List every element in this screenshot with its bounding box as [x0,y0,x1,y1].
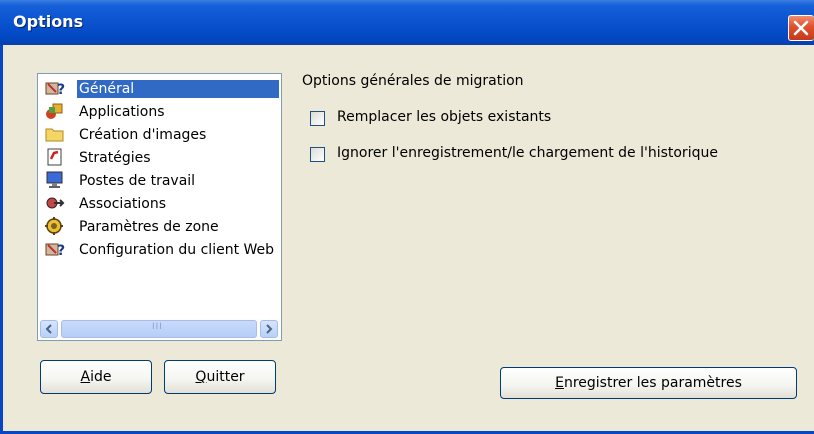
computer-icon [46,171,63,188]
list-item-applications[interactable]: Applications [41,101,279,124]
list-item-associations[interactable]: Associations [41,193,279,216]
horizontal-scrollbar[interactable]: III [39,319,280,340]
list-item-image-creation[interactable]: Création d'images [41,124,279,147]
zone-settings-icon [45,217,63,235]
category-list[interactable]: ? Général Applications Création d'images… [37,73,282,341]
options-window: Options ? Général Applications Création … [0,0,814,434]
list-item-label: Stratégies [79,150,151,166]
folder-icon [45,128,64,142]
help-button[interactable]: Aide [40,360,152,394]
list-item-label: Configuration du client Web [79,242,275,258]
list-item-zone-settings[interactable]: Paramètres de zone [41,216,279,239]
scroll-left-button[interactable] [40,320,58,338]
help-mnemonic: A [80,369,91,385]
scroll-thumb[interactable]: III [61,320,257,338]
chevron-right-icon [266,324,273,334]
save-settings-button[interactable]: Enregistrer les paramètres [500,367,797,399]
associations-icon [46,197,65,209]
web-client-icon: ? [45,243,65,259]
title-bar[interactable]: Options [0,0,814,45]
quit-button[interactable]: Quitter [164,360,276,394]
checkbox-label: Ignorer l'enregistrement/le chargement d… [337,145,718,161]
list-item-general[interactable]: ? Général [41,78,279,101]
close-x-icon [793,20,809,36]
list-item-label: Création d'images [79,127,207,143]
save-mnemonic: E [555,375,564,391]
list-item-label: Associations [79,196,167,212]
quit-label-rest: uitter [206,369,245,385]
svg-text:?: ? [57,243,65,259]
list-item-label: Général [77,80,279,98]
list-item-label: Applications [79,104,165,120]
quit-mnemonic: Q [195,369,207,385]
window-title: Options [13,12,84,31]
chevron-left-icon [45,324,52,334]
list-item-label: Postes de travail [79,173,196,189]
scroll-right-button[interactable] [260,320,278,338]
section-title: Options générales de migration [302,73,524,89]
general-icon: ? [45,82,65,98]
policy-icon [47,148,62,166]
list-item-web-client[interactable]: ? Configuration du client Web [41,239,279,262]
svg-text:?: ? [57,82,65,98]
replace-objects-checkbox[interactable] [310,111,325,126]
list-item-label: Paramètres de zone [79,219,219,235]
checkbox-label: Remplacer les objets existants [337,109,552,125]
ignore-history-checkbox[interactable] [310,147,325,162]
list-item-strategies[interactable]: Stratégies [41,147,279,170]
scroll-thumb-grip: III [152,322,163,332]
applications-icon [46,103,63,119]
list-item-workstations[interactable]: Postes de travail [41,170,279,193]
save-label-rest: nregistrer les paramètres [563,375,742,391]
close-button[interactable] [788,15,814,41]
help-label-rest: ide [90,369,112,385]
